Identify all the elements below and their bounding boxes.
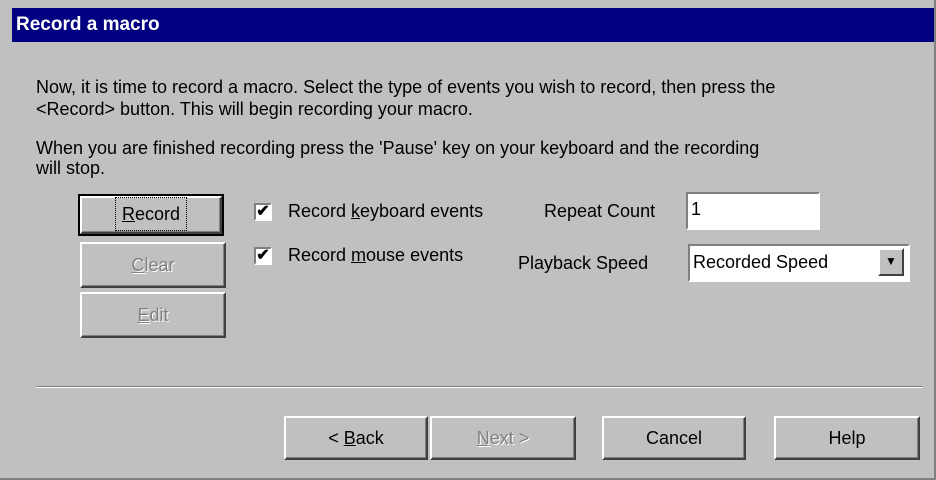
separator [36, 386, 922, 388]
mouse-events-checkbox[interactable]: ✔ [254, 247, 272, 265]
back-button[interactable]: < Back [284, 416, 428, 460]
record-button[interactable]: Record [78, 194, 224, 236]
intro-line-1: Now, it is time to record a macro. Selec… [36, 77, 776, 97]
finish-line-1: When you are finished recording press th… [36, 138, 760, 158]
mouse-events-label: Record mouse events [288, 245, 464, 265]
finish-line-2: will stop. [36, 158, 106, 178]
repeat-count-input[interactable]: 1 [686, 192, 820, 230]
clear-button-label: Clear [131, 255, 175, 275]
cancel-button[interactable]: Cancel [602, 416, 746, 460]
playback-speed-select[interactable]: Recorded Speed [688, 244, 910, 282]
next-button-label: Next > [476, 428, 530, 448]
record-button-label: Record [114, 197, 188, 231]
macro-dialog: Record a macro Now, it is time to record… [0, 0, 936, 480]
help-button[interactable]: Help [774, 416, 920, 460]
back-button-label: < Back [328, 428, 384, 448]
dialog-title: Record a macro [12, 8, 934, 42]
edit-button-label: Edit [137, 305, 169, 325]
intro-text: Now, it is time to record a macro. Selec… [36, 76, 926, 120]
clear-button[interactable]: Clear [80, 242, 226, 288]
keyboard-events-checkbox[interactable]: ✔ [254, 203, 272, 221]
keyboard-events-label: Record keyboard events [288, 201, 484, 221]
playback-speed-value: Recorded Speed [693, 252, 829, 272]
next-button[interactable]: Next > [430, 416, 576, 460]
intro-line-2: <Record> button. This will begin recordi… [36, 99, 473, 119]
finish-text: When you are finished recording press th… [36, 138, 926, 178]
repeat-count-label: Repeat Count [544, 201, 656, 221]
chevron-down-icon[interactable]: ▼ [878, 248, 904, 276]
playback-speed-label: Playback Speed [518, 253, 649, 273]
edit-button[interactable]: Edit [80, 292, 226, 338]
